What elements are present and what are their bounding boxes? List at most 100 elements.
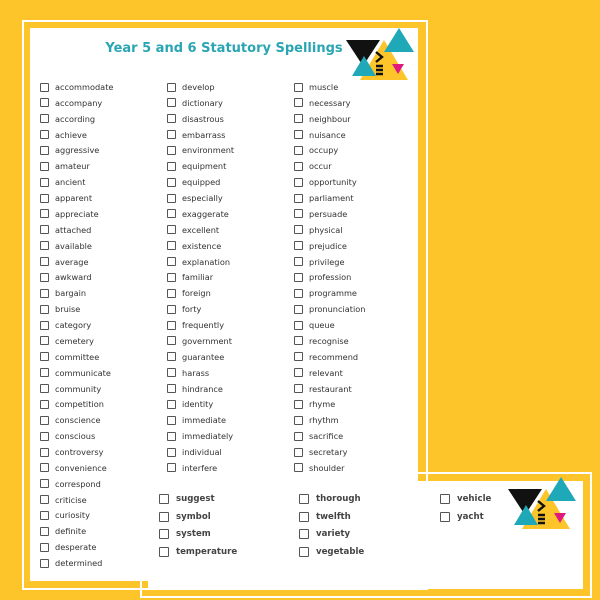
- checkbox[interactable]: [167, 257, 176, 267]
- checkbox[interactable]: [294, 399, 303, 409]
- checkbox[interactable]: [167, 320, 176, 330]
- checkbox[interactable]: [40, 368, 49, 378]
- checkbox[interactable]: [294, 368, 303, 378]
- checkbox[interactable]: [40, 82, 49, 92]
- checkbox[interactable]: [40, 558, 49, 568]
- spelling-item[interactable]: occur: [294, 159, 332, 173]
- checkbox[interactable]: [294, 257, 303, 267]
- checkbox[interactable]: [167, 304, 176, 314]
- checkbox[interactable]: [40, 336, 49, 346]
- checkbox[interactable]: [159, 546, 169, 557]
- checkbox[interactable]: [167, 209, 176, 219]
- checkbox[interactable]: [167, 431, 176, 441]
- checkbox[interactable]: [294, 288, 303, 298]
- spelling-item[interactable]: persuade: [294, 207, 347, 221]
- checkbox[interactable]: [299, 529, 309, 540]
- checkbox[interactable]: [294, 82, 303, 92]
- spelling-item[interactable]: disastrous: [167, 112, 224, 126]
- spelling-item[interactable]: hindrance: [167, 382, 223, 396]
- checkbox[interactable]: [159, 511, 169, 522]
- spelling-item[interactable]: existence: [167, 239, 221, 253]
- checkbox[interactable]: [40, 114, 49, 124]
- checkbox[interactable]: [294, 209, 303, 219]
- spelling-item[interactable]: aggressive: [40, 143, 99, 157]
- spelling-item[interactable]: rhythm: [294, 413, 339, 427]
- checkbox[interactable]: [167, 272, 176, 282]
- checkbox[interactable]: [159, 529, 169, 540]
- checkbox[interactable]: [40, 257, 49, 267]
- spelling-item[interactable]: desperate: [40, 540, 96, 554]
- checkbox[interactable]: [294, 98, 303, 108]
- checkbox[interactable]: [167, 114, 176, 124]
- checkbox[interactable]: [299, 546, 309, 557]
- checkbox[interactable]: [299, 494, 309, 504]
- spelling-item[interactable]: guarantee: [167, 350, 224, 364]
- spelling-item[interactable]: correspond: [40, 477, 101, 491]
- checkbox[interactable]: [159, 494, 169, 504]
- checkbox[interactable]: [40, 130, 49, 140]
- checkbox[interactable]: [294, 161, 303, 171]
- checkbox[interactable]: [40, 225, 49, 235]
- checkbox[interactable]: [294, 431, 303, 441]
- spelling-item[interactable]: especially: [167, 191, 223, 205]
- spelling-item[interactable]: ancient: [40, 175, 85, 189]
- spelling-item[interactable]: according: [40, 112, 95, 126]
- checkbox[interactable]: [294, 336, 303, 346]
- checkbox[interactable]: [40, 526, 49, 536]
- checkbox[interactable]: [167, 288, 176, 298]
- checkbox[interactable]: [299, 511, 309, 522]
- checkbox[interactable]: [167, 98, 176, 108]
- spelling-item[interactable]: neighbour: [294, 112, 351, 126]
- checkbox[interactable]: [40, 241, 49, 251]
- spelling-item[interactable]: equipped: [167, 175, 220, 189]
- checkbox[interactable]: [40, 193, 49, 203]
- spelling-item[interactable]: definite: [40, 524, 86, 538]
- checkbox[interactable]: [294, 415, 303, 425]
- spelling-item[interactable]: frequently: [167, 318, 224, 332]
- spelling-item[interactable]: accompany: [40, 96, 102, 110]
- checkbox[interactable]: [40, 304, 49, 314]
- checkbox[interactable]: [167, 336, 176, 346]
- spelling-item[interactable]: suggest: [159, 492, 215, 506]
- checkbox[interactable]: [40, 98, 49, 108]
- checkbox[interactable]: [294, 272, 303, 282]
- spelling-item[interactable]: amateur: [40, 159, 90, 173]
- spelling-item[interactable]: symbol: [159, 510, 211, 524]
- spelling-item[interactable]: parliament: [294, 191, 354, 205]
- checkbox[interactable]: [40, 209, 49, 219]
- checkbox[interactable]: [40, 510, 49, 520]
- checkbox[interactable]: [294, 384, 303, 394]
- checkbox[interactable]: [167, 447, 176, 457]
- checkbox[interactable]: [40, 399, 49, 409]
- spelling-item[interactable]: profession: [294, 270, 351, 284]
- checkbox[interactable]: [167, 145, 176, 155]
- checkbox[interactable]: [167, 177, 176, 187]
- spelling-item[interactable]: excellent: [167, 223, 219, 237]
- spelling-item[interactable]: twelfth: [299, 510, 351, 524]
- checkbox[interactable]: [167, 384, 176, 394]
- spelling-item[interactable]: immediately: [167, 429, 233, 443]
- spelling-item[interactable]: recommend: [294, 350, 358, 364]
- spelling-item[interactable]: bruise: [40, 302, 80, 316]
- checkbox[interactable]: [167, 241, 176, 251]
- spelling-item[interactable]: individual: [167, 445, 222, 459]
- checkbox[interactable]: [294, 225, 303, 235]
- spelling-item[interactable]: controversy: [40, 445, 103, 459]
- checkbox[interactable]: [167, 399, 176, 409]
- checkbox[interactable]: [40, 495, 49, 505]
- spelling-item[interactable]: equipment: [167, 159, 226, 173]
- checkbox[interactable]: [167, 82, 176, 92]
- checkbox[interactable]: [167, 415, 176, 425]
- spelling-item[interactable]: opportunity: [294, 175, 357, 189]
- spelling-item[interactable]: harass: [167, 366, 209, 380]
- spelling-item[interactable]: necessary: [294, 96, 351, 110]
- spelling-item[interactable]: convenience: [40, 461, 107, 475]
- checkbox[interactable]: [40, 479, 49, 489]
- checkbox[interactable]: [294, 145, 303, 155]
- spelling-item[interactable]: foreign: [167, 286, 211, 300]
- spelling-item[interactable]: vehicle: [440, 492, 491, 506]
- checkbox[interactable]: [294, 193, 303, 203]
- spelling-item[interactable]: thorough: [299, 492, 361, 506]
- checkbox[interactable]: [40, 177, 49, 187]
- spelling-item[interactable]: nuisance: [294, 128, 346, 142]
